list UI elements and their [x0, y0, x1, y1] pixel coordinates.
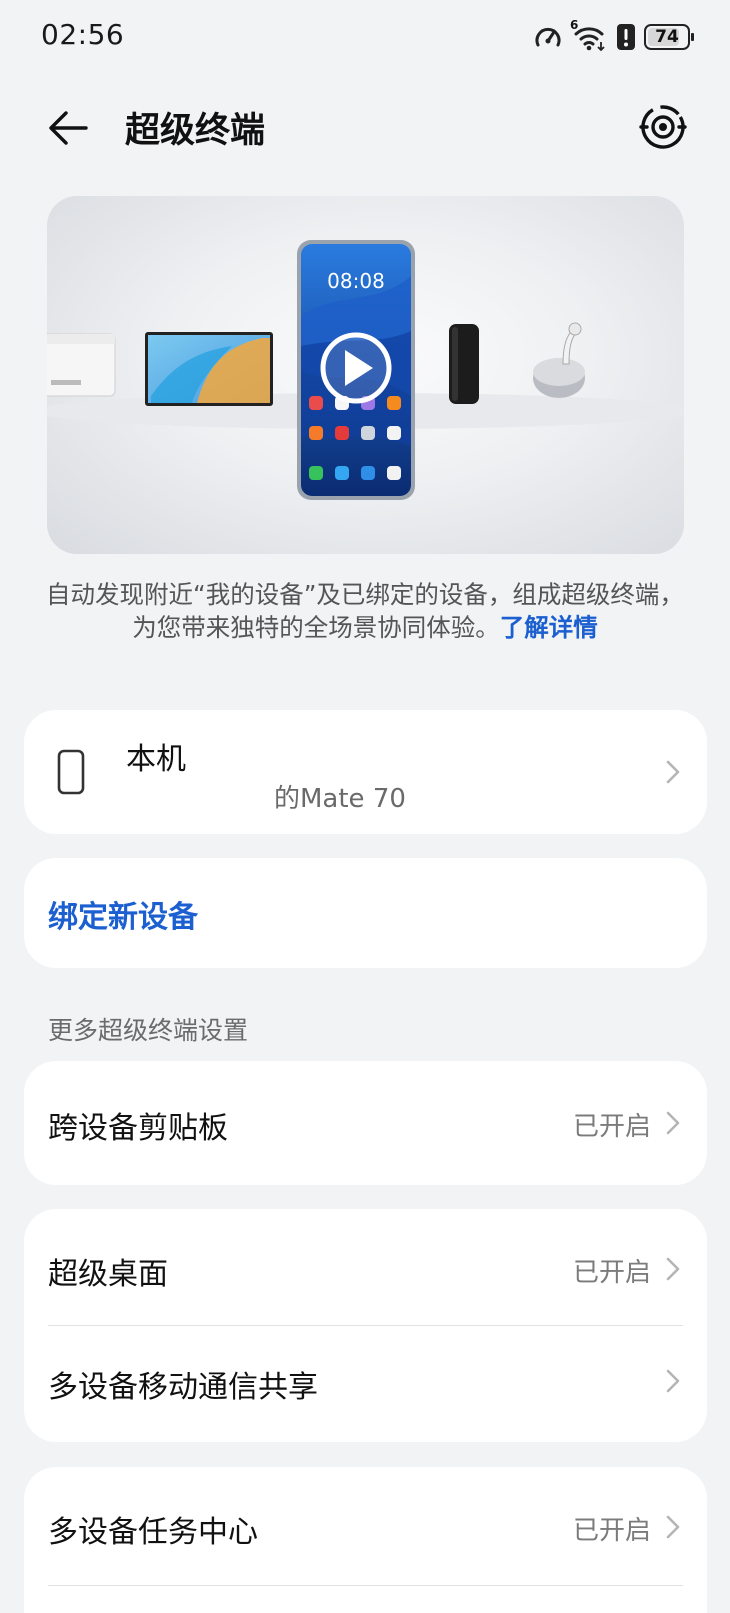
wifi-indicator: 6 [570, 18, 608, 52]
this-device-subtitle: 的Mate 70 [274, 784, 406, 814]
battery-percent: 74 [655, 27, 679, 47]
header: 超级终端 [0, 90, 730, 162]
radar-button[interactable] [638, 102, 688, 152]
wifi-icon [574, 27, 605, 52]
clipboard-card: 跨设备剪贴板 已开启 [24, 1061, 707, 1185]
mobile-share-row[interactable]: 多设备移动通信共享 [24, 1326, 707, 1442]
clipboard-status: 已开启 [572, 1112, 651, 1142]
chevron-right-icon [666, 1515, 680, 1539]
earbuds-illustration [533, 322, 585, 398]
super-desktop-row[interactable]: 超级桌面 已开启 [24, 1209, 707, 1325]
bind-device-card[interactable]: 绑定新设备 [24, 858, 707, 968]
task-center-status: 已开启 [572, 1516, 651, 1546]
super-desktop-status: 已开启 [572, 1258, 651, 1288]
hero-video[interactable]: 08:08 [47, 196, 684, 554]
hero-illustration: 08:08 [47, 240, 684, 500]
printer-illustration [47, 333, 116, 397]
speaker-illustration [449, 324, 479, 404]
alert-icon [617, 24, 635, 50]
description: 自动发现附近“我的设备”及已绑定的设备，组成超级终端，为您带来独特的全场景协同体… [40, 578, 690, 644]
clipboard-row[interactable]: 跨设备剪贴板 已开启 [24, 1061, 707, 1185]
divider [48, 1585, 683, 1586]
chevron-right-icon [666, 760, 680, 784]
chevron-right-icon [666, 1257, 680, 1281]
task-center-card: 多设备任务中心 已开启 [24, 1467, 707, 1613]
clipboard-label: 跨设备剪贴板 [48, 1111, 228, 1146]
status-bar: 02:56 6 74 [0, 0, 730, 72]
super-device-page: 02:56 6 74 超级终端 08:08 自动发现附近“我的设备”及已绑定的设… [0, 0, 730, 1613]
tv-illustration [145, 332, 273, 406]
bind-new-device-label: 绑定新设备 [48, 900, 198, 935]
radar-icon [639, 105, 687, 149]
this-device-title: 本机 [126, 742, 186, 777]
chevron-right-icon [666, 1369, 680, 1393]
back-button[interactable] [44, 104, 92, 152]
this-device-card[interactable]: 本机 的Mate 70 [24, 710, 707, 834]
speedometer-icon [535, 27, 561, 47]
task-center-row[interactable]: 多设备任务中心 已开启 [24, 1467, 707, 1585]
mobile-share-label: 多设备移动通信共享 [48, 1370, 318, 1405]
phone-icon [57, 749, 85, 795]
battery-icon: 74 [644, 24, 694, 50]
play-icon [320, 332, 392, 404]
super-desktop-label: 超级桌面 [48, 1257, 168, 1292]
desktop-share-card: 超级桌面 已开启 多设备移动通信共享 [24, 1209, 707, 1442]
more-settings-title: 更多超级终端设置 [48, 1016, 249, 1045]
task-center-label: 多设备任务中心 [48, 1515, 258, 1550]
hero-phone-time: 08:08 [327, 269, 385, 293]
status-icons: 6 74 [534, 18, 694, 54]
learn-more-link[interactable]: 了解详情 [500, 613, 598, 642]
chevron-right-icon [666, 1111, 680, 1135]
arrow-left-icon [49, 111, 88, 145]
status-time: 02:56 [41, 18, 125, 51]
page-title: 超级终端 [125, 111, 266, 151]
